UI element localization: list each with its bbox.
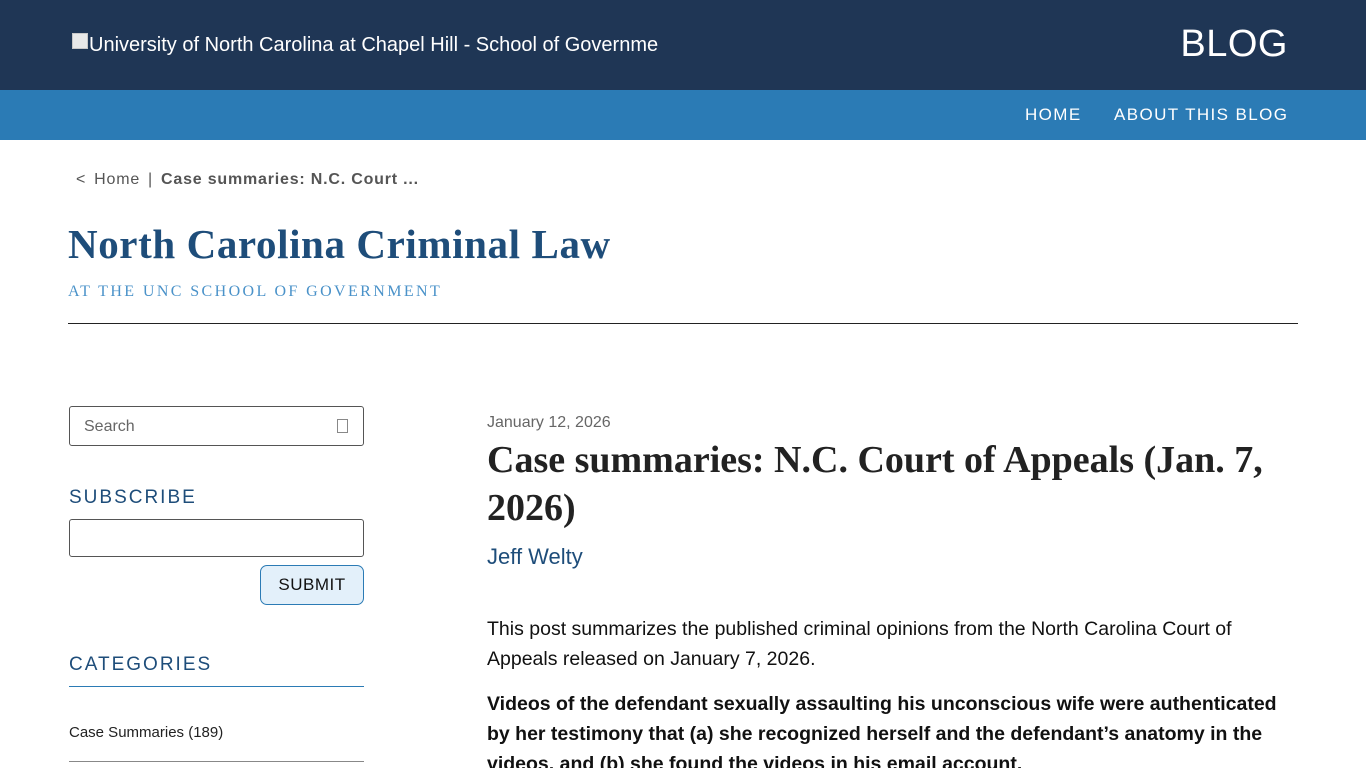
site-subtitle: AT THE UNC SCHOOL OF GOVERNMENT xyxy=(68,283,443,300)
post-date: January 12, 2026 xyxy=(487,414,611,431)
submit-button[interactable]: SUBMIT xyxy=(260,565,364,605)
nav-home-link[interactable]: HOME xyxy=(1025,105,1082,125)
category-divider xyxy=(69,761,364,762)
search-placeholder: Search xyxy=(84,418,135,435)
categories-divider xyxy=(69,686,364,687)
chevron-left-icon: < xyxy=(76,171,87,188)
post-intro: This post summarizes the published crimi… xyxy=(487,618,1232,670)
subscribe-heading: SUBSCRIBE xyxy=(69,487,197,508)
site-header: University of North Carolina at Chapel H… xyxy=(0,0,1366,90)
search-icon[interactable] xyxy=(337,419,348,433)
logo-alt-text: University of North Carolina at Chapel H… xyxy=(89,34,659,56)
breadcrumb-separator: | xyxy=(148,171,154,188)
unc-logo-link[interactable]: University of North Carolina at Chapel H… xyxy=(72,33,658,57)
blog-label: BLOG xyxy=(1180,23,1288,65)
search-input[interactable]: Search xyxy=(69,406,364,446)
site-title[interactable]: North Carolina Criminal Law xyxy=(68,220,611,268)
breadcrumb: < Home | Case summaries: N.C. Court ... xyxy=(76,170,419,190)
categories-heading: CATEGORIES xyxy=(69,654,213,675)
header-divider xyxy=(68,323,1298,324)
broken-image-icon xyxy=(72,33,88,49)
breadcrumb-home-link[interactable]: Home xyxy=(94,171,140,188)
main-nav: HOME ABOUT THIS BLOG xyxy=(0,90,1366,140)
category-item[interactable]: Case Summaries (189) xyxy=(69,724,223,742)
subscribe-email-field[interactable] xyxy=(69,519,364,557)
post-title: Case summaries: N.C. Court of Appeals (J… xyxy=(487,439,1263,529)
case-headline: Videos of the defendant sexually assault… xyxy=(487,693,1277,768)
post-author-link[interactable]: Jeff Welty xyxy=(487,544,583,570)
nav-about-link[interactable]: ABOUT THIS BLOG xyxy=(1114,105,1288,125)
breadcrumb-current: Case summaries: N.C. Court ... xyxy=(161,171,419,188)
